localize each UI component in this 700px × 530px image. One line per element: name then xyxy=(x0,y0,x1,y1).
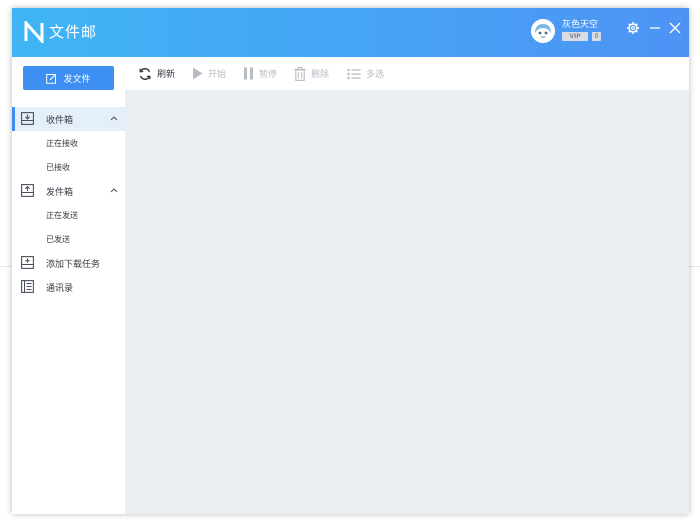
multiselect-button[interactable]: 多选 xyxy=(347,66,384,81)
play-icon xyxy=(193,67,203,80)
sidebar-item-received[interactable]: 已接收 xyxy=(12,155,125,179)
send-file-button[interactable]: 发文件 xyxy=(23,66,114,90)
title-bar[interactable]: 文件邮 灰色天空 VIP 8 xyxy=(12,8,689,57)
file-list-area[interactable] xyxy=(125,90,689,514)
chevron-up-icon[interactable] xyxy=(110,187,118,193)
username[interactable]: 灰色天空 xyxy=(562,17,598,30)
close-icon[interactable] xyxy=(668,21,682,35)
avatar[interactable] xyxy=(531,19,555,43)
vip-badge: VIP xyxy=(562,32,588,41)
gear-icon[interactable] xyxy=(626,21,640,35)
delete-button[interactable]: 删除 xyxy=(294,66,329,81)
refresh-button[interactable]: 刷新 xyxy=(138,66,175,81)
sidebar-item-sending[interactable]: 正在发送 xyxy=(12,203,125,227)
minimize-icon[interactable] xyxy=(648,21,662,35)
address-book-icon xyxy=(21,280,34,293)
start-button[interactable]: 开始 xyxy=(192,66,226,81)
sidebar-item-inbox[interactable]: 收件箱 xyxy=(12,107,125,131)
sidebar-item-receiving[interactable]: 正在接收 xyxy=(12,131,125,155)
toolbar: 刷新 开始 暂停 删除 多选 xyxy=(125,57,689,90)
multiselect-label: 多选 xyxy=(366,70,385,80)
list-icon xyxy=(347,68,361,79)
app-title: 文件邮 xyxy=(49,23,98,41)
app-window: 文件邮 灰色天空 VIP 8 发文件 收件箱 正在接收 已接收 发件箱 正在发送… xyxy=(12,8,689,514)
delete-label: 删除 xyxy=(311,70,330,80)
sidebar-item-outbox[interactable]: 发件箱 xyxy=(12,179,125,203)
send-file-label: 发文件 xyxy=(63,74,91,85)
level-badge: 8 xyxy=(592,32,601,41)
sidebar-item-add-download-label: 添加下载任务 xyxy=(46,259,101,270)
vip-label: VIP xyxy=(569,33,581,40)
sidebar-item-sent[interactable]: 已发送 xyxy=(12,227,125,251)
sidebar-item-inbox-label: 收件箱 xyxy=(46,115,74,126)
pause-label: 暂停 xyxy=(259,70,278,80)
tray-download-icon xyxy=(21,112,34,125)
start-label: 开始 xyxy=(208,70,227,80)
sidebar-item-add-download[interactable]: 添加下载任务 xyxy=(12,251,125,275)
pause-icon xyxy=(244,67,253,80)
refresh-label: 刷新 xyxy=(157,70,176,80)
sidebar-item-outbox-label: 发件箱 xyxy=(46,187,74,198)
trash-icon xyxy=(294,66,306,81)
sidebar: 发文件 收件箱 正在接收 已接收 发件箱 正在发送 已发送 添加下载任务 通讯录 xyxy=(12,57,125,514)
chevron-up-icon[interactable] xyxy=(110,115,118,121)
sidebar-item-contacts[interactable]: 通讯录 xyxy=(12,275,125,299)
sidebar-nav: 收件箱 正在接收 已接收 发件箱 正在发送 已发送 添加下载任务 通讯录 xyxy=(12,107,125,299)
tray-upload-icon xyxy=(21,184,34,197)
n-logo-icon xyxy=(24,21,44,43)
pause-button[interactable]: 暂停 xyxy=(243,66,277,81)
tray-plus-icon xyxy=(21,256,34,269)
avatar-face-icon xyxy=(531,19,555,43)
edit-icon xyxy=(46,73,57,84)
refresh-icon xyxy=(139,67,151,80)
sidebar-item-contacts-label: 通讯录 xyxy=(46,283,74,294)
